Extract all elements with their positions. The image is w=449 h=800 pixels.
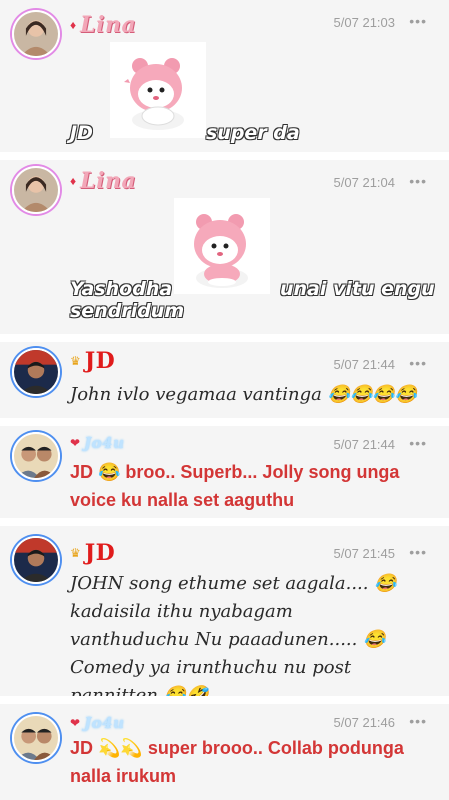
username[interactable]: Lina bbox=[80, 168, 136, 194]
diamond-icon: ♦ bbox=[70, 174, 77, 188]
comment-text: John ivlo vegamaa vantinga 😂😂😂😂 bbox=[70, 384, 418, 405]
divider bbox=[0, 696, 449, 704]
diamond-icon: ♦ bbox=[70, 18, 77, 32]
comment-post: ♛ JD 5/07 21:44 ••• John ivlo vegamaa va… bbox=[0, 342, 449, 418]
avatar[interactable] bbox=[12, 536, 60, 584]
comment-post: ❤ Jo4u 5/07 21:44 ••• JD 😂 broo.. Superb… bbox=[0, 426, 449, 518]
heart-icon: ❤ bbox=[70, 436, 81, 450]
avatar[interactable] bbox=[12, 166, 60, 214]
crown-icon: ♛ bbox=[70, 354, 81, 368]
avatar[interactable] bbox=[12, 10, 60, 58]
timestamp: 5/07 21:46 bbox=[333, 715, 395, 730]
avatar[interactable] bbox=[12, 432, 60, 480]
timestamp: 5/07 21:04 bbox=[333, 175, 395, 190]
comment-text: JD 💫💫 super brooo.. Collab podunga nalla… bbox=[70, 738, 404, 786]
timestamp: 5/07 21:44 bbox=[333, 357, 395, 372]
timestamp: 5/07 21:45 bbox=[333, 546, 395, 561]
heart-icon: ❤ bbox=[70, 716, 81, 730]
username[interactable]: Jo4u bbox=[84, 434, 124, 452]
crown-icon: ♛ bbox=[70, 546, 81, 560]
more-options-button[interactable]: ••• bbox=[409, 713, 427, 729]
comment-text: JD bbox=[70, 122, 93, 144]
comment-post: ♛ JD 5/07 21:45 ••• JOHN song ethume set… bbox=[0, 526, 449, 696]
divider bbox=[0, 418, 449, 426]
comment-text: unai vitu engu bbox=[280, 278, 435, 300]
pink-bear-sticker-icon bbox=[110, 42, 206, 138]
more-options-button[interactable]: ••• bbox=[409, 13, 427, 29]
more-options-button[interactable]: ••• bbox=[409, 435, 427, 451]
avatar[interactable] bbox=[12, 714, 60, 762]
divider bbox=[0, 334, 449, 342]
comment-text: super da bbox=[206, 122, 300, 144]
timestamp: 5/07 21:44 bbox=[333, 437, 395, 452]
divider bbox=[0, 518, 449, 526]
more-options-button[interactable]: ••• bbox=[409, 544, 427, 560]
comment-text: JD 😂 broo.. Superb... Jolly song unga vo… bbox=[70, 462, 400, 510]
comment-post: ♦ Lina 5/07 21:04 ••• Yashodha unai vitu… bbox=[0, 160, 449, 334]
comment-post: ❤ Jo4u 5/07 21:46 ••• JD 💫💫 super brooo.… bbox=[0, 704, 449, 800]
comment-text: JOHN song ethume set aagala.... 😂 kadais… bbox=[70, 573, 397, 696]
username[interactable]: JD bbox=[85, 348, 116, 374]
username[interactable]: Jo4u bbox=[84, 714, 124, 732]
comment-post: ♦ Lina 5/07 21:03 ••• JD super da bbox=[0, 0, 449, 152]
username[interactable]: Lina bbox=[80, 12, 136, 38]
timestamp: 5/07 21:03 bbox=[333, 15, 395, 30]
more-options-button[interactable]: ••• bbox=[409, 173, 427, 189]
comment-text: sendridum bbox=[70, 300, 185, 322]
more-options-button[interactable]: ••• bbox=[409, 355, 427, 371]
divider bbox=[0, 152, 449, 160]
username[interactable]: JD bbox=[85, 540, 116, 566]
pink-bear-sticker-icon bbox=[174, 198, 270, 294]
avatar[interactable] bbox=[12, 348, 60, 396]
